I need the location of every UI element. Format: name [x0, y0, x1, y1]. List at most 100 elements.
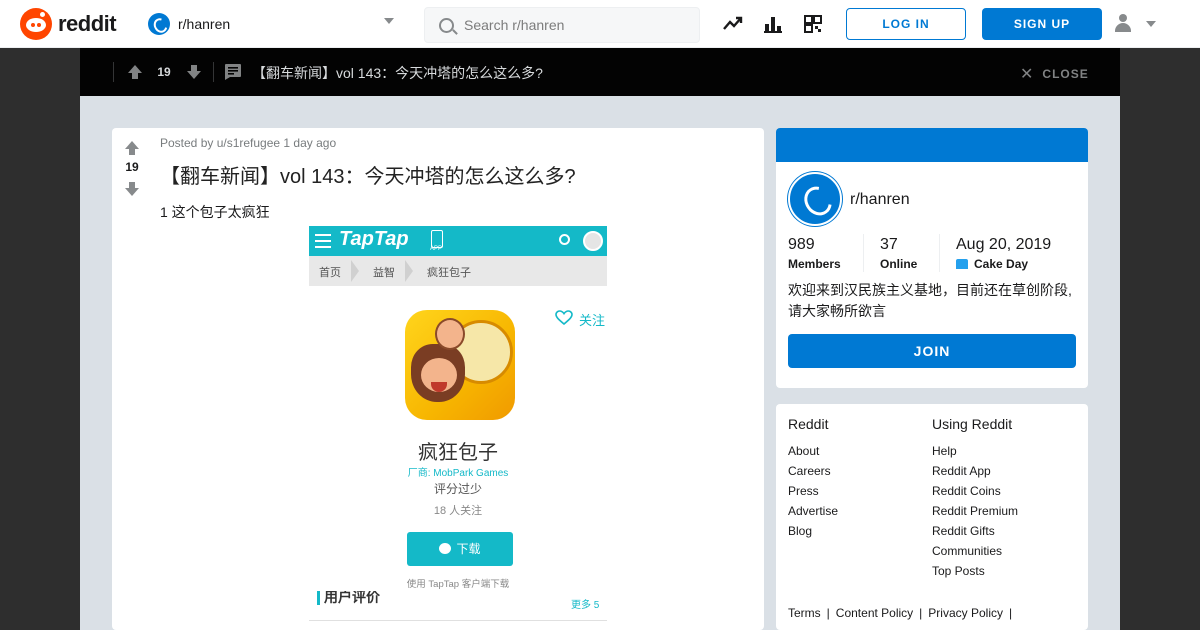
- app-icon: [405, 310, 515, 420]
- community-selector[interactable]: r/hanren: [148, 12, 400, 36]
- download-hint: 使用 TapTap 客户端下载: [406, 579, 510, 590]
- post-body-text: 1 这个包子太疯狂: [160, 204, 270, 220]
- footer-link[interactable]: Reddit Gifts: [932, 521, 1018, 541]
- vote-column: 19: [112, 128, 152, 630]
- close-icon: ✕: [1020, 66, 1035, 83]
- post-overlay-bar: 19 【翻车新闻】vol 143：今天冲塔的怎么这么多? ✕ CLOSE: [80, 48, 1120, 96]
- footer-link-content-policy[interactable]: Content Policy: [836, 606, 913, 620]
- upvote-icon[interactable]: [127, 64, 143, 80]
- post-title[interactable]: 【翻车新闻】vol 143：今天冲塔的怎么这么多?: [160, 160, 576, 189]
- separator: |: [1008, 606, 1013, 620]
- footer-link-terms[interactable]: Terms: [788, 606, 821, 620]
- separator: |: [919, 606, 923, 620]
- overlay-score: 19: [157, 65, 171, 79]
- download-label: 下载: [456, 542, 481, 556]
- downvote-icon[interactable]: [124, 181, 140, 197]
- reddit-snoo-icon: [20, 8, 52, 40]
- divider: [213, 62, 214, 82]
- signup-button[interactable]: SIGN UP: [982, 8, 1102, 40]
- footer-legal-links: Terms | Content Policy | Privacy Policy |: [788, 606, 1018, 620]
- footer-link[interactable]: Reddit Premium: [932, 501, 1018, 521]
- divider: [309, 620, 607, 621]
- app-rating: 评分过少: [433, 482, 482, 496]
- search-icon: [439, 17, 454, 33]
- community-card: r/hanren 989 Members 37 Online Aug 20, 2…: [776, 128, 1088, 388]
- app-label: APP: [430, 246, 443, 252]
- comment-icon: [225, 64, 241, 80]
- post-card: 19 Posted by u/s1refugee 1 day ago 【翻车新闻…: [112, 128, 764, 630]
- divider: [863, 234, 864, 272]
- taptap-topbar: TapTap APP: [309, 226, 607, 256]
- search-icon: [559, 234, 570, 245]
- downvote-icon[interactable]: [186, 64, 202, 80]
- breadcrumb-item: 疯狂包子: [427, 267, 471, 279]
- reviews-heading: 用户评价: [317, 591, 380, 605]
- created-stat: Aug 20, 2019 Cake Day: [956, 236, 1051, 271]
- footer-column-using-reddit: Using Reddit Help Reddit App Reddit Coin…: [932, 416, 1018, 581]
- app-name: 疯狂包子: [418, 442, 498, 464]
- community-icon: [788, 172, 842, 226]
- stats-icon[interactable]: [763, 14, 783, 34]
- overlay-post-title: 【翻车新闻】vol 143：今天冲塔的怎么这么多?: [252, 65, 543, 81]
- post-score: 19: [125, 160, 139, 174]
- created-label: Cake Day: [956, 257, 1051, 271]
- divider: [113, 62, 114, 82]
- footer-link[interactable]: Help: [932, 441, 1018, 461]
- community-description: 欢迎来到汉民族主义基地，目前还在草创阶段,请大家畅所欲言: [788, 282, 1072, 319]
- breadcrumb-item: 益智: [373, 267, 395, 279]
- search-input[interactable]: [464, 17, 684, 33]
- created-value: Aug 20, 2019: [956, 236, 1052, 253]
- reddit-wordmark: reddit: [58, 11, 117, 36]
- reddit-logo[interactable]: reddit: [20, 8, 117, 40]
- login-button[interactable]: LOG IN: [846, 8, 966, 40]
- footer-link[interactable]: Press: [788, 481, 838, 501]
- download-button: 下载: [407, 532, 513, 566]
- members-stat: 989 Members: [788, 236, 841, 271]
- follow-label: 关注: [579, 313, 606, 328]
- footer-link[interactable]: Advertise: [788, 501, 838, 521]
- footer-link[interactable]: Reddit Coins: [932, 481, 1018, 501]
- footer-link-privacy-policy[interactable]: Privacy Policy: [928, 606, 1003, 620]
- cake-icon: [956, 259, 968, 269]
- upvote-icon[interactable]: [124, 140, 140, 156]
- separator: |: [826, 606, 830, 620]
- breadcrumb-item: 首页: [319, 267, 341, 279]
- post-meta: Posted by u/s1refugee 1 day ago: [160, 136, 337, 150]
- footer-link[interactable]: Communities: [932, 541, 1018, 561]
- close-label: CLOSE: [1042, 67, 1089, 81]
- community-banner: [776, 128, 1088, 162]
- close-button[interactable]: ✕ CLOSE: [1020, 64, 1089, 84]
- online-stat: 37 Online: [880, 236, 917, 271]
- cake-day-label: Cake Day: [974, 257, 1029, 271]
- footer-card: Reddit About Careers Press Advertise Blo…: [776, 404, 1088, 630]
- footer-column-reddit: Reddit About Careers Press Advertise Blo…: [788, 416, 838, 541]
- post-image[interactable]: TapTap APP 首页 益智 疯狂包子 关注 疯狂包子 厂商: MobPar…: [309, 226, 607, 630]
- footer-heading: Reddit: [788, 416, 829, 432]
- user-icon: [1114, 14, 1132, 32]
- community-icon: [148, 13, 170, 35]
- chevron-down-icon: [1146, 21, 1156, 27]
- footer-link[interactable]: Reddit App: [932, 461, 1018, 481]
- app-followers: 18 人关注: [433, 505, 483, 517]
- community-name[interactable]: r/hanren: [850, 191, 910, 209]
- app-maker: 厂商: MobPark Games: [407, 468, 509, 479]
- footer-link[interactable]: Careers: [788, 461, 838, 481]
- members-value: 989: [788, 236, 815, 253]
- more-link: 更多 5: [571, 600, 600, 611]
- online-label: Online: [880, 257, 918, 271]
- breadcrumb-separator-icon: [405, 260, 413, 282]
- qr-code-icon[interactable]: [803, 14, 823, 34]
- members-label: Members: [788, 257, 841, 271]
- footer-link[interactable]: Blog: [788, 521, 838, 541]
- user-menu[interactable]: [1112, 12, 1164, 36]
- community-selector-label: r/hanren: [178, 16, 231, 32]
- heart-icon: [555, 310, 573, 326]
- footer-link[interactable]: Top Posts: [932, 561, 1018, 581]
- online-value: 37: [880, 236, 898, 253]
- trending-icon[interactable]: [723, 14, 743, 34]
- search-box[interactable]: [424, 7, 700, 43]
- avatar: [583, 231, 603, 251]
- join-button[interactable]: JOIN: [788, 334, 1076, 368]
- footer-link[interactable]: About: [788, 441, 838, 461]
- taptap-brand: TapTap: [339, 228, 409, 250]
